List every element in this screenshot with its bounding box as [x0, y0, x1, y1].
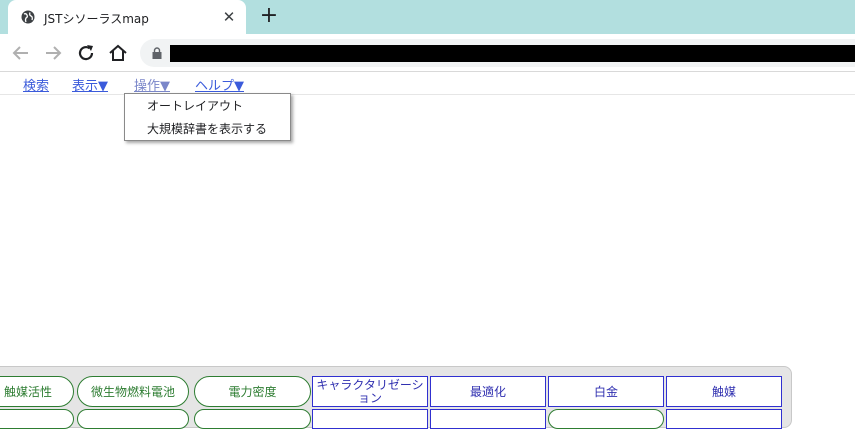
browser-tab[interactable]: JSTシソーラスmap ✕ [8, 0, 246, 34]
menu-help[interactable]: ヘルプ▼ [195, 75, 244, 94]
term-node[interactable]: 白金 [548, 376, 664, 407]
globe-icon [21, 10, 35, 24]
term-node[interactable] [194, 409, 311, 429]
term-node[interactable] [312, 409, 428, 429]
page-menu-bar: 検索 表示▼ 操作▼ ヘルプ▼ [0, 72, 855, 95]
dropdown-item-auto-layout[interactable]: オートレイアウト [147, 97, 243, 114]
lock-icon [152, 47, 162, 59]
term-node[interactable]: キャラクタリゼーション [312, 376, 428, 407]
dropdown-item-show-large-dictionary[interactable]: 大規模辞書を表示する [147, 120, 267, 137]
term-node[interactable]: 微生物燃料電池 [77, 376, 189, 407]
menu-view[interactable]: 表示▼ [72, 75, 108, 94]
term-node[interactable] [0, 409, 74, 429]
tab-title: JSTシソーラスmap [44, 12, 149, 26]
term-node[interactable]: 最適化 [430, 376, 546, 407]
address-bar[interactable] [140, 39, 855, 67]
close-tab-icon[interactable]: ✕ [220, 8, 238, 26]
term-node[interactable] [430, 409, 546, 429]
menu-operation[interactable]: 操作▼ [134, 75, 170, 94]
operation-dropdown: オートレイアウト 大規模辞書を表示する [124, 93, 291, 141]
term-node[interactable]: 電力密度 [194, 376, 311, 407]
url-text-redacted [170, 45, 855, 62]
term-node[interactable] [548, 409, 664, 429]
home-icon[interactable] [106, 41, 130, 65]
new-tab-button[interactable]: + [258, 5, 280, 28]
term-node[interactable]: 触媒 [666, 376, 782, 407]
browser-toolbar [0, 34, 855, 72]
term-node[interactable] [666, 409, 782, 429]
tab-strip: JSTシソーラスmap ✕ + [0, 0, 855, 34]
forward-arrow-icon[interactable] [41, 41, 65, 65]
term-node[interactable] [77, 409, 189, 429]
reload-icon[interactable] [74, 41, 98, 65]
term-node[interactable]: 触媒活性 [0, 376, 74, 407]
back-arrow-icon[interactable] [9, 41, 33, 65]
menu-search[interactable]: 検索 [23, 75, 49, 94]
